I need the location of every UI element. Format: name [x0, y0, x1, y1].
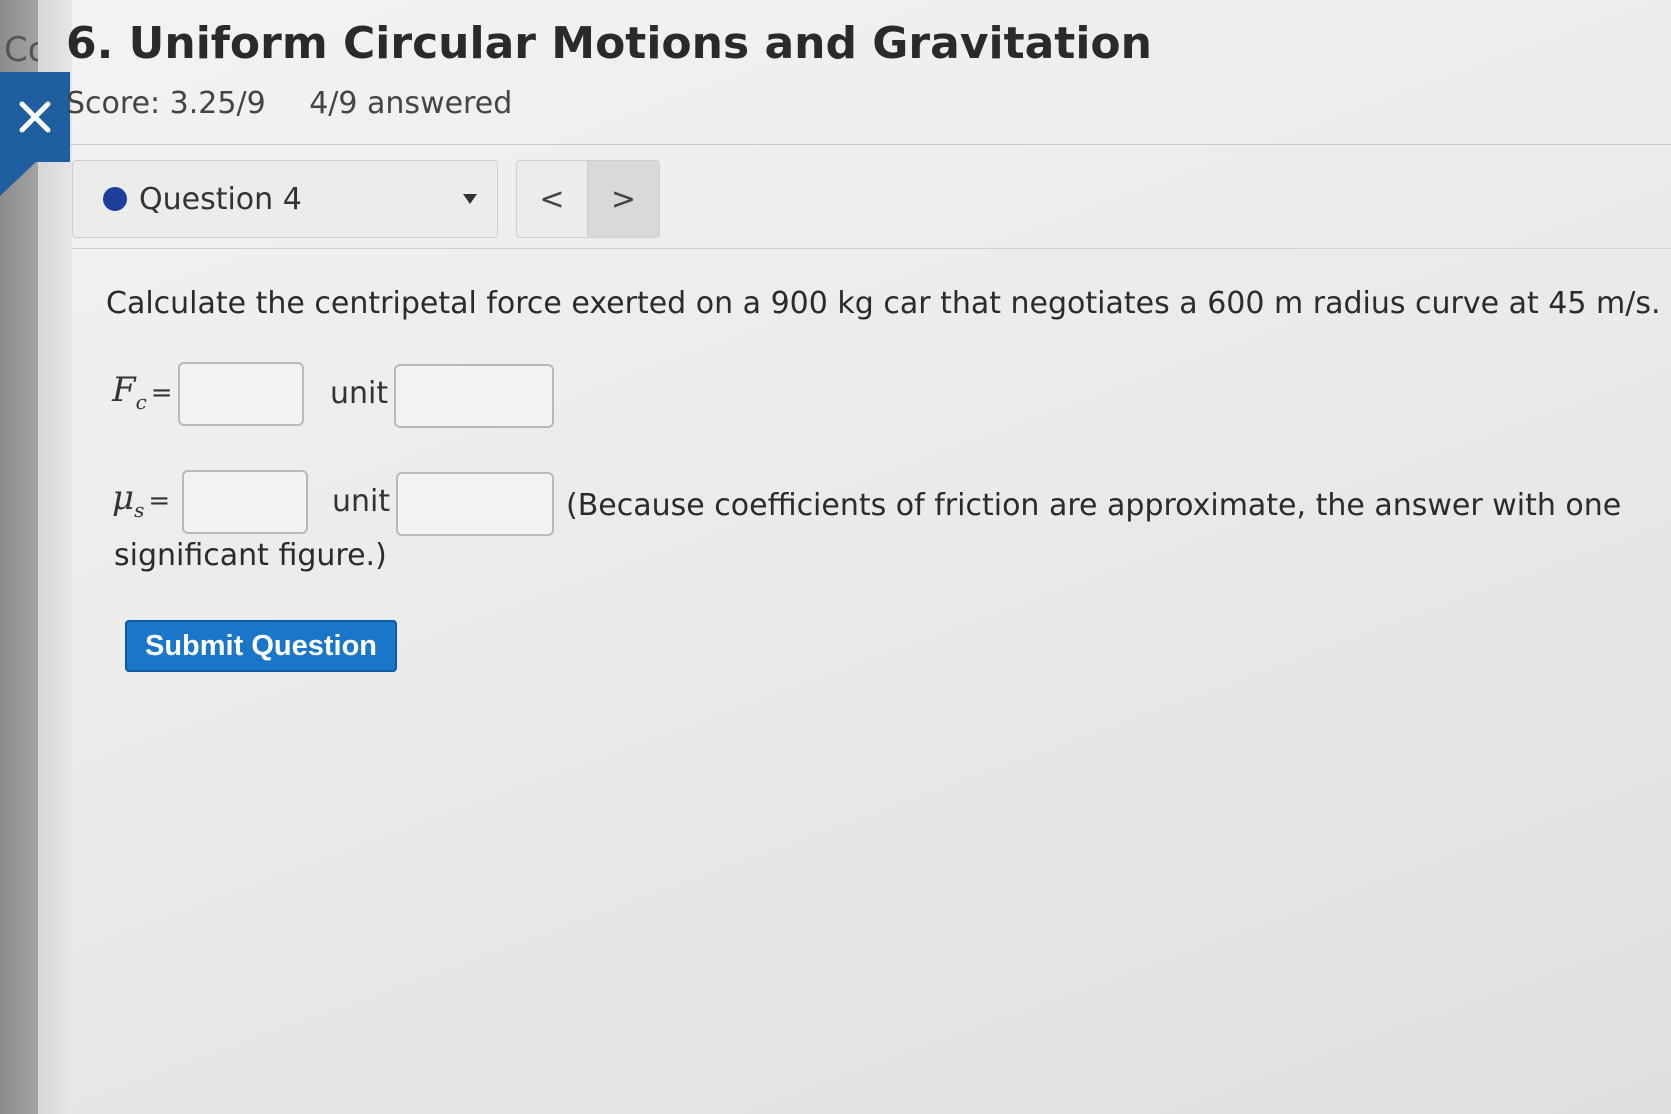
close-icon: [19, 101, 51, 133]
fc-equals: =: [150, 378, 173, 408]
previous-question-button[interactable]: <: [517, 161, 588, 237]
mus-unit-input[interactable]: [396, 472, 554, 536]
fc-label: Fc =: [112, 370, 173, 414]
sidebar-cut-text: Co: [4, 30, 38, 70]
submit-question-button[interactable]: Submit Question: [125, 620, 397, 672]
answered-text: 4/9 answered: [309, 86, 513, 121]
mus-subscript: s: [134, 497, 145, 522]
mus-symbol: μ: [112, 478, 135, 518]
header-divider: [70, 144, 1671, 145]
chevron-left-icon: <: [539, 181, 565, 217]
question-dropdown-label: Question 4: [139, 181, 302, 217]
fc-symbol: F: [112, 370, 136, 410]
caret-down-icon: [463, 194, 477, 204]
mus-label: μs =: [112, 478, 170, 522]
score-text: Score: 3.25/9: [66, 86, 266, 121]
question-prompt: Calculate the centripetal force exerted …: [106, 286, 1661, 321]
close-button-tail: [0, 162, 36, 196]
chevron-right-icon: >: [610, 181, 637, 217]
fc-value-input[interactable]: [178, 362, 304, 426]
close-button[interactable]: [0, 72, 70, 162]
question-status-dot: [103, 187, 127, 211]
mus-value-input[interactable]: [182, 470, 308, 534]
score-line: Score: 3.25/9 4/9 answered: [66, 86, 512, 121]
left-panel-border: [38, 0, 72, 1114]
mus-equals: =: [148, 486, 171, 516]
next-question-button[interactable]: >: [588, 161, 659, 237]
fc-subscript: c: [135, 389, 147, 414]
mus-unit-label: unit: [332, 484, 391, 519]
fc-unit-input[interactable]: [394, 364, 554, 428]
friction-note-line1: (Because coefficients of friction are ap…: [566, 488, 1622, 523]
fc-unit-label: unit: [330, 376, 389, 411]
page-title: 6. Uniform Circular Motions and Gravitat…: [66, 18, 1152, 69]
nav-divider: [72, 248, 1671, 249]
question-nav: < >: [516, 160, 660, 238]
question-dropdown[interactable]: Question 4: [72, 160, 498, 238]
friction-note-line2: significant figure.): [114, 538, 387, 573]
